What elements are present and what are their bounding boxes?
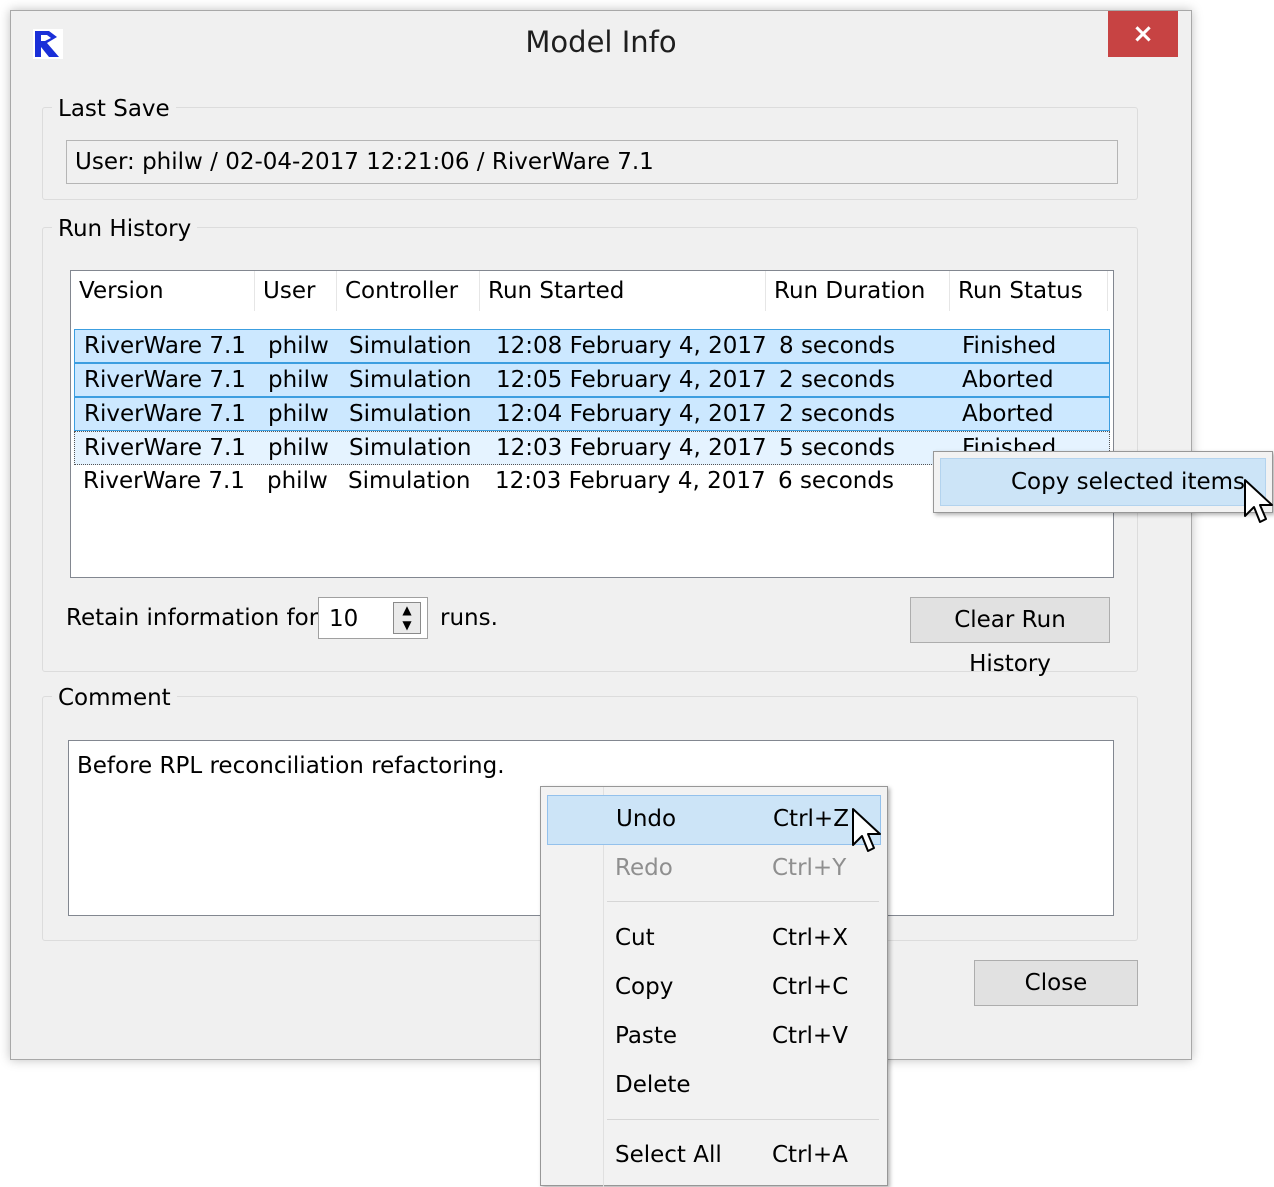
window-title: Model Info — [525, 25, 677, 59]
runs-label: runs. — [440, 605, 498, 631]
cell-version: RiverWare 7.1 — [84, 333, 246, 359]
cell-version: RiverWare 7.1 — [84, 367, 246, 393]
menu-item-shortcut: Ctrl+Z — [773, 806, 849, 832]
menu-item-delete[interactable]: Delete — [547, 1062, 879, 1110]
cell-controller: Simulation — [348, 468, 471, 494]
menu-item-label: Cut — [615, 925, 655, 951]
cell-run-status: Aborted — [962, 401, 1054, 427]
menu-item-label: Delete — [615, 1072, 691, 1098]
cell-run-started: 12:05 February 4, 2017 — [496, 367, 767, 393]
last-save-label: Last Save — [52, 96, 176, 122]
clear-run-history-button[interactable]: Clear Run History — [910, 597, 1110, 677]
menu-item-copy[interactable]: Copy Ctrl+C — [547, 964, 879, 1012]
cell-run-duration: 2 seconds — [779, 367, 895, 393]
menu-item-label: Copy selected items — [1011, 469, 1245, 495]
spin-down-icon[interactable]: ▼ — [394, 618, 420, 633]
table-context-menu: Copy selected items — [933, 451, 1273, 513]
cell-user: philw — [268, 401, 329, 427]
menu-item-copy-selected-items[interactable]: Copy selected items — [940, 458, 1266, 506]
menu-separator — [607, 901, 879, 902]
retain-runs-value[interactable]: 10 — [329, 606, 358, 632]
cell-controller: Simulation — [349, 333, 472, 359]
column-header-run-duration[interactable]: Run Duration — [766, 271, 950, 311]
cell-run-started: 12:03 February 4, 2017 — [496, 435, 767, 461]
close-window-button[interactable]: × — [1108, 11, 1178, 57]
retain-label: Retain information for — [66, 605, 319, 631]
menu-item-cut[interactable]: Cut Ctrl+X — [547, 915, 879, 963]
menu-item-label: Redo — [615, 855, 673, 881]
table-row[interactable]: RiverWare 7.1 philw Simulation 12:05 Feb… — [74, 363, 1110, 397]
run-history-table[interactable]: Version User Controller Run Started Run … — [70, 270, 1114, 578]
menu-item-label: Paste — [615, 1023, 678, 1049]
cell-run-duration: 6 seconds — [778, 468, 894, 494]
cell-run-duration: 5 seconds — [779, 435, 895, 461]
column-header-run-started[interactable]: Run Started — [480, 271, 766, 311]
cell-run-duration: 8 seconds — [779, 333, 895, 359]
title-bar[interactable]: Model Info × — [11, 11, 1191, 81]
column-header-version[interactable]: Version — [71, 271, 255, 311]
run-history-label: Run History — [52, 216, 198, 242]
column-header-run-status[interactable]: Run Status — [950, 271, 1108, 311]
menu-item-label: Copy — [615, 974, 674, 1000]
cell-user: philw — [268, 333, 329, 359]
menu-item-select-all[interactable]: Select All Ctrl+A — [547, 1132, 879, 1180]
edit-context-menu: Undo Ctrl+Z Redo Ctrl+Y Cut Ctrl+X Copy … — [540, 786, 888, 1187]
column-header-user[interactable]: User — [255, 271, 337, 311]
cell-user: philw — [267, 468, 328, 494]
cell-user: philw — [268, 367, 329, 393]
cell-controller: Simulation — [349, 401, 472, 427]
menu-separator — [607, 1119, 879, 1120]
cell-run-duration: 2 seconds — [779, 401, 895, 427]
menu-item-shortcut: Ctrl+V — [772, 1023, 848, 1049]
cell-run-status: Aborted — [962, 367, 1054, 393]
cell-controller: Simulation — [349, 435, 472, 461]
menu-item-shortcut: Ctrl+X — [772, 925, 848, 951]
column-header-controller[interactable]: Controller — [337, 271, 480, 311]
menu-item-redo[interactable]: Redo Ctrl+Y — [547, 845, 879, 893]
comment-label: Comment — [52, 685, 177, 711]
last-save-field: User: philw / 02-04-2017 12:21:06 / Rive… — [66, 140, 1118, 184]
cell-run-started: 12:08 February 4, 2017 — [496, 333, 767, 359]
cell-controller: Simulation — [349, 367, 472, 393]
menu-item-shortcut: Ctrl+Y — [772, 855, 847, 881]
table-row[interactable]: RiverWare 7.1 philw Simulation 12:08 Feb… — [74, 329, 1110, 363]
menu-item-shortcut: Ctrl+A — [772, 1142, 848, 1168]
close-icon: × — [1132, 19, 1154, 49]
menu-item-shortcut: Ctrl+C — [772, 974, 849, 1000]
spin-arrows[interactable]: ▲ ▼ — [393, 602, 421, 634]
cell-run-started: 12:03 February 4, 2017 — [495, 468, 766, 494]
cell-version: RiverWare 7.1 — [84, 435, 246, 461]
cell-run-started: 12:04 February 4, 2017 — [496, 401, 767, 427]
menu-item-label: Undo — [616, 806, 677, 832]
spin-up-icon[interactable]: ▲ — [394, 603, 420, 618]
cell-user: philw — [268, 435, 329, 461]
cell-run-status: Finished — [962, 333, 1057, 359]
retain-runs-spinbox[interactable]: 10 ▲ ▼ — [318, 597, 428, 639]
cell-version: RiverWare 7.1 — [84, 401, 246, 427]
menu-item-paste[interactable]: Paste Ctrl+V — [547, 1013, 879, 1061]
mouse-pointer-icon — [852, 808, 881, 852]
mouse-pointer-icon — [1244, 479, 1273, 523]
menu-item-undo[interactable]: Undo Ctrl+Z — [547, 795, 881, 845]
close-button[interactable]: Close — [974, 960, 1138, 1006]
cell-version: RiverWare 7.1 — [83, 468, 245, 494]
table-row[interactable]: RiverWare 7.1 philw Simulation 12:04 Feb… — [74, 397, 1110, 431]
menu-item-label: Select All — [615, 1142, 722, 1168]
